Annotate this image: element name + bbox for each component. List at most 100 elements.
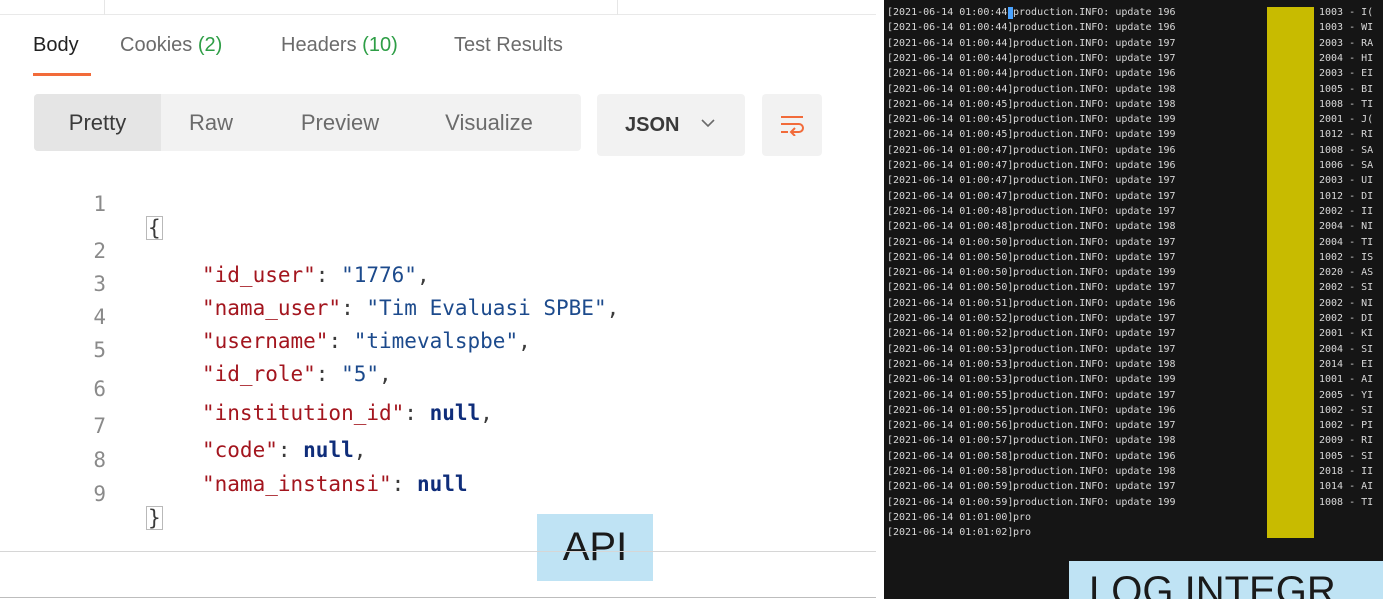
- tab-cookies[interactable]: Cookies (2): [120, 34, 222, 57]
- log-record-id: 199: [1157, 114, 1176, 126]
- log-record-id: 197: [1157, 313, 1176, 324]
- chevron-down-icon: [701, 119, 715, 128]
- log-tail: 2004 - SI: [1319, 343, 1374, 355]
- code-line: 7 "code": null,: [0, 390, 860, 462]
- log-tail: 1014 - AI: [1319, 481, 1374, 493]
- log-prefix: production.INFO: update: [1013, 205, 1152, 217]
- log-timestamp: [2021-06-14 01:00:45]: [887, 98, 1014, 110]
- log-prefix: production.INFO: update: [1013, 22, 1152, 34]
- log-message: production.INFO: update 196: [1013, 404, 1176, 418]
- log-timestamp: [2021-06-14 01:00:47]: [887, 144, 1014, 156]
- tab-label: Test Results: [454, 34, 563, 56]
- log-prefix: production.INFO: update: [1013, 420, 1152, 432]
- log-timestamp: [2021-06-14 01:00:44]: [887, 7, 1014, 18]
- code-line: 5 "id_role": "5",: [0, 314, 860, 386]
- divider: [0, 551, 876, 552]
- log-timestamp: [2021-06-14 01:00:47]: [887, 160, 1014, 171]
- log-message: production.INFO: update 197: [1013, 343, 1176, 357]
- log-message: production.INFO: update 199: [1013, 128, 1176, 142]
- close-brace: }: [146, 506, 163, 530]
- log-timestamp: [2021-06-14 01:00:55]: [887, 404, 1014, 416]
- log-record-id: 199: [1157, 129, 1176, 141]
- log-message: production.INFO: update 197: [1013, 419, 1176, 433]
- log-prefix: production.INFO: update: [1013, 83, 1152, 95]
- log-tail: 1002 - SI: [1319, 404, 1374, 416]
- log-timestamp: [2021-06-14 01:00:51]: [887, 297, 1014, 309]
- log-record-id: 197: [1157, 343, 1176, 355]
- log-prefix: production.INFO: update: [1013, 7, 1152, 18]
- log-tail: 1005 - SI: [1319, 450, 1374, 462]
- log-timestamp: [2021-06-14 01:00:44]: [887, 83, 1014, 95]
- log-prefix: production.INFO: update: [1013, 481, 1152, 493]
- log-prefix: production.INFO: update: [1013, 358, 1152, 370]
- log-prefix: production.INFO: update: [1013, 389, 1152, 401]
- wrap-lines-button[interactable]: [762, 94, 822, 156]
- log-tail: 1008 - SA: [1319, 144, 1374, 156]
- log-prefix: production.INFO: update: [1013, 68, 1152, 80]
- code-line: 3 "nama_user": "Tim Evaluasi SPBE",: [0, 248, 860, 320]
- log-message: production.INFO: update 196: [1013, 67, 1176, 81]
- log-record-id: 198: [1157, 98, 1176, 110]
- divider: [0, 597, 876, 598]
- log-message: production.INFO: update 198: [1013, 434, 1176, 448]
- code-line: 9 }: [0, 458, 860, 530]
- tab-label: Body: [33, 34, 79, 56]
- log-tail: 2018 - II: [1319, 466, 1374, 477]
- log-prefix: production.INFO: update: [1013, 251, 1152, 263]
- view-visualize-button[interactable]: Visualize: [412, 94, 566, 151]
- log-message: pro: [1013, 527, 1032, 539]
- code-line: 8 "nama_instansi": null: [0, 424, 860, 496]
- view-raw-button[interactable]: Raw: [161, 94, 261, 151]
- view-preview-button[interactable]: Preview: [275, 94, 405, 151]
- log-record-id: 196: [1157, 297, 1176, 309]
- log-record-id: 198: [1157, 435, 1176, 447]
- view-pretty-button[interactable]: Pretty: [34, 94, 161, 151]
- log-record-id: 196: [1157, 144, 1176, 156]
- log-message: production.INFO: update 197: [1013, 52, 1176, 66]
- tab-count: (10): [362, 34, 398, 56]
- log-tail: 2002 - II: [1319, 205, 1374, 217]
- log-message: production.INFO: update 198: [1013, 465, 1176, 479]
- log-timestamp: [2021-06-14 01:00:59]: [887, 496, 1014, 508]
- log-record-id: 199: [1157, 374, 1176, 386]
- active-tab-indicator: [33, 73, 91, 76]
- log-prefix: production.INFO: update: [1013, 267, 1152, 279]
- log-message: production.INFO: update 197: [1013, 281, 1176, 295]
- api-caption-label: API: [537, 514, 653, 581]
- log-prefix: production.INFO: update: [1013, 328, 1152, 340]
- log-timestamp: [2021-06-14 01:00:45]: [887, 114, 1014, 126]
- log-caption-label: LOG INTEGR: [1069, 561, 1383, 599]
- log-record-id: 198: [1157, 83, 1176, 95]
- log-tail: 2004 - HI: [1319, 52, 1374, 64]
- log-message: production.INFO: update 198: [1013, 220, 1176, 234]
- log-message: production.INFO: update 196: [1013, 6, 1176, 20]
- top-strip: [0, 0, 876, 15]
- log-prefix: production.INFO: update: [1013, 98, 1152, 110]
- log-tail: 2004 - TI: [1319, 236, 1374, 248]
- log-tail: 1006 - SA: [1319, 160, 1374, 171]
- tab-test-results[interactable]: Test Results: [454, 34, 563, 57]
- log-record-id: 197: [1157, 481, 1176, 493]
- view-mode-toggle: Pretty Raw Preview Visualize: [34, 94, 581, 151]
- log-message: production.INFO: update 196: [1013, 144, 1176, 158]
- log-record-id: 196: [1157, 68, 1176, 80]
- log-timestamp: [2021-06-14 01:01:00]: [887, 511, 1014, 523]
- log-message: production.INFO: update 199: [1013, 266, 1176, 280]
- log-prefix: production.INFO: update: [1013, 160, 1152, 171]
- log-timestamp: [2021-06-14 01:00:48]: [887, 221, 1014, 233]
- log-timestamp: [2021-06-14 01:00:52]: [887, 313, 1014, 324]
- log-tail: 1008 - TI: [1319, 496, 1374, 508]
- redaction-bar: [1267, 7, 1314, 538]
- log-tail: 2003 - RA: [1319, 37, 1374, 49]
- tab-body[interactable]: Body: [33, 34, 79, 57]
- log-timestamp: [2021-06-14 01:00:44]: [887, 68, 1014, 80]
- log-timestamp: [2021-06-14 01:00:53]: [887, 358, 1014, 370]
- log-prefix: production.INFO: update: [1013, 343, 1152, 355]
- log-message: production.INFO: update 197: [1013, 312, 1176, 326]
- log-tail: 1012 - DI: [1319, 190, 1374, 202]
- log-message: production.INFO: update 199: [1013, 496, 1176, 510]
- log-prefix: production.INFO: update: [1013, 374, 1152, 386]
- tab-headers[interactable]: Headers (10): [281, 34, 398, 57]
- format-select[interactable]: JSON: [597, 94, 745, 156]
- log-tail: 1002 - IS: [1319, 251, 1374, 263]
